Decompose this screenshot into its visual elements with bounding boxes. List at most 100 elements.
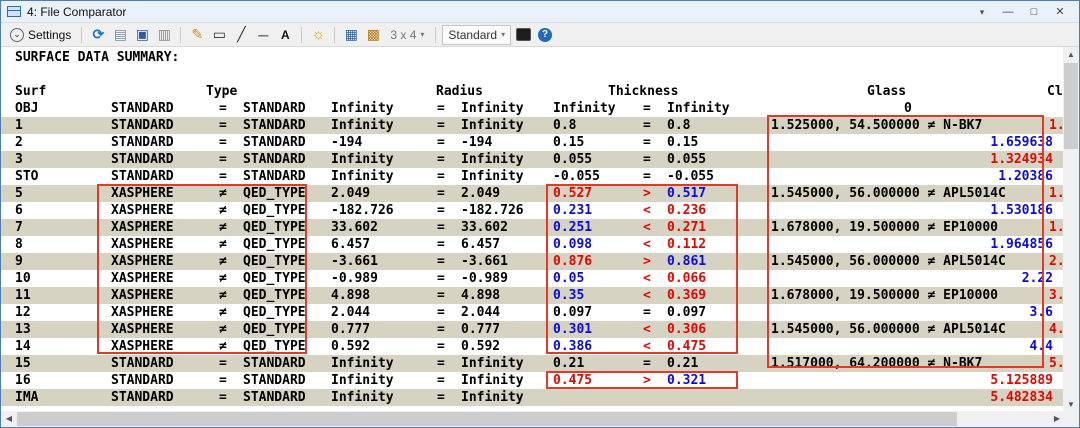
cell-radA: 0.777 bbox=[331, 321, 370, 338]
table-row: 10XASPHERE≠QED_TYPE-0.989=-0.9890.05<0.0… bbox=[1, 270, 1065, 287]
cell-clear: 5.482834 bbox=[841, 389, 1053, 406]
scroll-left-arrow-icon[interactable]: ◀ bbox=[1, 411, 17, 427]
cell-surf: 8 bbox=[15, 236, 23, 253]
toolbar-separator bbox=[435, 27, 436, 43]
cell-radA: 4.898 bbox=[331, 287, 370, 304]
cell-typeOp: = bbox=[219, 355, 227, 372]
cell-thkOp: < bbox=[643, 202, 651, 219]
window-icon-button[interactable]: ▦ bbox=[341, 25, 361, 45]
cell-radA: -182.726 bbox=[331, 202, 394, 219]
cell-typeB: STANDARD bbox=[243, 134, 306, 151]
cell-radB: 0.777 bbox=[461, 321, 500, 338]
table-row: 6XASPHERE≠QED_TYPE-182.726=-182.7260.231… bbox=[1, 202, 1065, 219]
cell-surf: 6 bbox=[15, 202, 23, 219]
horizontal-line-icon-button[interactable]: ─ bbox=[253, 25, 273, 45]
window-title: 4: File Comparator bbox=[27, 5, 126, 19]
cell-thkB: 0.321 bbox=[667, 372, 706, 389]
cell-radOp: = bbox=[437, 219, 445, 236]
cell-typeA: XASPHERE bbox=[111, 219, 174, 236]
table-row: 8XASPHERE≠QED_TYPE6.457=6.4570.098<0.112… bbox=[1, 236, 1065, 253]
vertical-scrollbar[interactable]: ▲ ▼ bbox=[1063, 47, 1079, 413]
cell-surf: 3 bbox=[15, 151, 23, 168]
cell-typeOp: ≠ bbox=[219, 185, 227, 202]
cell-radOp: = bbox=[437, 151, 445, 168]
diagonal-line-icon-button[interactable]: ╱ bbox=[231, 25, 251, 45]
cell-thkB: 0.15 bbox=[667, 134, 698, 151]
cell-glass: 1.545000, 56.000000 ≠ APL5014C bbox=[771, 321, 1006, 338]
horizontal-scroll-thumb[interactable] bbox=[17, 412, 957, 426]
copy-icon-button[interactable]: ▤ bbox=[110, 25, 130, 45]
cascade-icon-button[interactable]: ▩ bbox=[363, 25, 383, 45]
cell-radA: -194 bbox=[331, 134, 362, 151]
cell-surf: 5 bbox=[15, 185, 23, 202]
cell-typeB: STANDARD bbox=[243, 355, 306, 372]
cell-radB: Infinity bbox=[461, 100, 524, 117]
cell-thkB: 0.475 bbox=[667, 338, 706, 355]
cell-typeA: XASPHERE bbox=[111, 253, 174, 270]
chevron-down-icon: ▾ bbox=[501, 30, 505, 39]
toolbar-separator bbox=[301, 27, 302, 43]
vertical-scroll-thumb[interactable] bbox=[1064, 63, 1078, 149]
cell-typeB: STANDARD bbox=[243, 100, 306, 117]
grid-size-dropdown[interactable]: 3 x 4 ▾ bbox=[385, 25, 429, 45]
cell-radB: -194 bbox=[461, 134, 492, 151]
cell-typeOp: ≠ bbox=[219, 236, 227, 253]
cell-typeB: QED_TYPE bbox=[243, 321, 306, 338]
table-row: 15STANDARD=STANDARDInfinity=Infinity0.21… bbox=[1, 355, 1065, 372]
cell-radA: Infinity bbox=[331, 372, 394, 389]
refresh-icon-button[interactable]: ⟳ bbox=[88, 25, 108, 45]
cell-surf: 11 bbox=[15, 287, 31, 304]
cell-radB: 2.049 bbox=[461, 185, 500, 202]
cell-typeOp: ≠ bbox=[219, 304, 227, 321]
text-icon-button[interactable]: A bbox=[275, 25, 295, 45]
cell-typeB: STANDARD bbox=[243, 168, 306, 185]
pencil-icon-button[interactable]: ✎ bbox=[187, 25, 207, 45]
lamp-icon-button[interactable]: ☼ bbox=[308, 25, 328, 45]
cell-thkA: 0.386 bbox=[553, 338, 592, 355]
cell-radB: Infinity bbox=[461, 151, 524, 168]
cell-typeOp: = bbox=[219, 100, 227, 117]
column-header-surf: Surf bbox=[15, 83, 46, 100]
invert-background-button[interactable] bbox=[513, 25, 533, 45]
cell-thkOp: < bbox=[643, 287, 651, 304]
cell-thkOp: < bbox=[643, 236, 651, 253]
cell-surf: OBJ bbox=[15, 100, 38, 117]
cell-thkA: 0.097 bbox=[553, 304, 592, 321]
table-row: 1STANDARD=STANDARDInfinity=Infinity0.8=0… bbox=[1, 117, 1065, 134]
close-button[interactable]: ✕ bbox=[1047, 2, 1073, 22]
cell-thkA: 0.098 bbox=[553, 236, 592, 253]
table-row: OBJSTANDARD=STANDARDInfinity=InfinityInf… bbox=[1, 100, 1065, 117]
cell-thkA: 0.251 bbox=[553, 219, 592, 236]
table-row: 12XASPHERE≠QED_TYPE2.044=2.0440.097=0.09… bbox=[1, 304, 1065, 321]
cell-radOp: = bbox=[437, 117, 445, 134]
cell-radOp: = bbox=[437, 185, 445, 202]
save-icon-button[interactable]: ▣ bbox=[132, 25, 152, 45]
maximize-button[interactable]: □ bbox=[1021, 2, 1047, 22]
cell-clear: 4.4 bbox=[841, 338, 1053, 355]
cell-radA: 2.044 bbox=[331, 304, 370, 321]
rectangle-icon-button[interactable]: ▭ bbox=[209, 25, 229, 45]
cell-thkA: -0.055 bbox=[553, 168, 600, 185]
cell-clear: 2.22 bbox=[841, 270, 1053, 287]
cell-thkA: 0.055 bbox=[553, 151, 592, 168]
cell-radB: Infinity bbox=[461, 389, 524, 406]
cell-typeB: QED_TYPE bbox=[243, 338, 306, 355]
horizontal-scrollbar[interactable]: ◀ ▶ bbox=[1, 411, 1065, 427]
scroll-up-arrow-icon[interactable]: ▲ bbox=[1063, 47, 1079, 63]
cell-typeA: STANDARD bbox=[111, 372, 174, 389]
cell-typeB: QED_TYPE bbox=[243, 219, 306, 236]
cell-radA: -3.661 bbox=[331, 253, 378, 270]
window-menu-arrow-button[interactable]: ▾ bbox=[969, 2, 995, 22]
cell-thkB: 0.066 bbox=[667, 270, 706, 287]
title-bar: 4: File Comparator ▾ — □ ✕ bbox=[1, 1, 1079, 23]
help-button[interactable]: ? bbox=[535, 25, 555, 45]
table-row: 2STANDARD=STANDARD-194=-1940.15=0.151.65… bbox=[1, 134, 1065, 151]
cell-radOp: = bbox=[437, 355, 445, 372]
cell-thkOp: = bbox=[643, 304, 651, 321]
cell-thkB: 0.097 bbox=[667, 304, 706, 321]
minimize-button[interactable]: — bbox=[995, 2, 1021, 22]
cell-typeOp: ≠ bbox=[219, 202, 227, 219]
print-icon-button[interactable]: ▥ bbox=[154, 25, 174, 45]
settings-button[interactable]: ⌄ Settings bbox=[6, 25, 75, 45]
style-dropdown[interactable]: Standard ▾ bbox=[442, 25, 511, 45]
